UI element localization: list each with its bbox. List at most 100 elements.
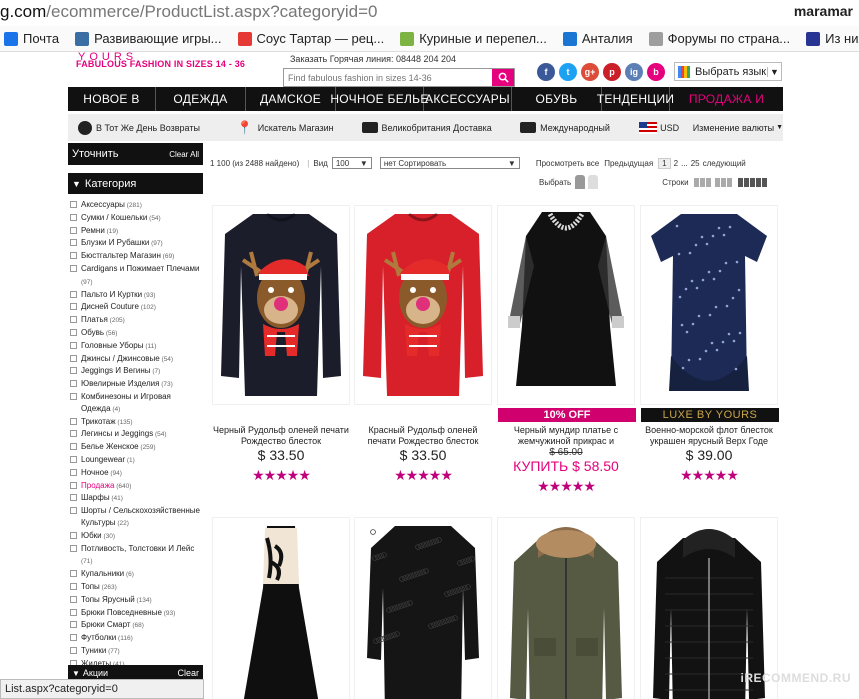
- category-checkbox[interactable]: [70, 531, 77, 539]
- social-icon[interactable]: ig: [625, 63, 643, 81]
- category-item[interactable]: Loungewear (1): [70, 454, 202, 467]
- next-page-link[interactable]: следующий: [703, 159, 746, 168]
- category-checkbox[interactable]: [70, 570, 77, 578]
- product-image-frame[interactable]: [497, 517, 635, 699]
- url-text[interactable]: g.com/ecommerce/ProductList.aspx?categor…: [0, 2, 378, 22]
- nav-item[interactable]: АКСЕССУАРЫ: [424, 87, 512, 111]
- social-icon[interactable]: b: [647, 63, 665, 81]
- clear-all-link[interactable]: Clear All: [169, 150, 199, 159]
- social-icon[interactable]: t: [559, 63, 577, 81]
- nav-item[interactable]: НОЧНОЕ БЕЛЬЕ: [330, 87, 428, 111]
- category-item[interactable]: Обувь (56): [70, 327, 202, 340]
- category-checkbox[interactable]: [70, 430, 77, 438]
- category-checkbox[interactable]: [70, 544, 77, 552]
- promo-clear-link[interactable]: Clear: [177, 668, 199, 678]
- category-checkbox[interactable]: [70, 226, 77, 234]
- rows-3b-toggle[interactable]: [714, 177, 733, 187]
- profile-name[interactable]: maramar: [794, 3, 853, 19]
- category-item[interactable]: Брюки Повседневные (93): [70, 607, 202, 620]
- international-delivery-link[interactable]: Международный: [520, 122, 639, 133]
- category-checkbox[interactable]: [70, 443, 77, 451]
- category-checkbox[interactable]: [70, 468, 77, 476]
- nav-item[interactable]: ДАМСКОЕ: [246, 87, 336, 111]
- category-item[interactable]: Продажа (640): [70, 480, 202, 493]
- category-item[interactable]: Шорты / Сельскохозяйственные Культуры (2…: [70, 505, 202, 530]
- category-item[interactable]: Комбинезоны и Игровая Одежда (4): [70, 391, 202, 416]
- category-item[interactable]: Ночное (94): [70, 467, 202, 480]
- view-all-link[interactable]: Просмотреть все: [536, 159, 599, 168]
- bookmark-item[interactable]: Из них ваши друз: [806, 31, 859, 46]
- product-name[interactable]: Военно-морской флот блесток украшен ярус…: [640, 425, 778, 447]
- category-checkbox[interactable]: [70, 595, 77, 603]
- category-item[interactable]: Топы Ярусный (134): [70, 594, 202, 607]
- category-checkbox[interactable]: [70, 316, 77, 324]
- product-card[interactable]: LUXE BY YOURS Военно-морской флот блесток…: [640, 205, 779, 484]
- category-item[interactable]: Белье Женское (259): [70, 441, 202, 454]
- category-item[interactable]: Головные Уборы (11): [70, 340, 202, 353]
- social-icon[interactable]: g+: [581, 63, 599, 81]
- nav-item[interactable]: ОБУВЬ: [512, 87, 602, 111]
- category-item[interactable]: Ремни (19): [70, 225, 202, 238]
- bookmark-item[interactable]: Форумы по страна...: [648, 31, 790, 46]
- category-item[interactable]: Потливость, Толстовки И Лейс (71): [70, 543, 202, 569]
- category-item[interactable]: Сумки / Кошельки (54): [70, 212, 202, 225]
- category-item[interactable]: Пальто И Куртки (93): [70, 289, 202, 302]
- category-checkbox[interactable]: [70, 213, 77, 221]
- category-item[interactable]: Ювелирные Изделия (73): [70, 378, 202, 391]
- category-checkbox[interactable]: [70, 239, 77, 247]
- category-checkbox[interactable]: [70, 341, 77, 349]
- category-checkbox[interactable]: [70, 303, 77, 311]
- category-checkbox[interactable]: [70, 507, 77, 515]
- category-checkbox[interactable]: [70, 392, 77, 400]
- page-1[interactable]: 1: [658, 157, 671, 169]
- category-item[interactable]: Джинсы / Джинсовые (54): [70, 353, 202, 366]
- category-checkbox[interactable]: [70, 481, 77, 489]
- category-item[interactable]: Легинсы и Jeggings (54): [70, 428, 202, 441]
- category-checkbox[interactable]: [70, 252, 77, 260]
- product-card[interactable]: [497, 517, 635, 699]
- category-item[interactable]: Платья (205): [70, 314, 202, 327]
- product-image-frame[interactable]: [212, 205, 350, 405]
- category-checkbox[interactable]: [70, 582, 77, 590]
- language-select[interactable]: Выбрать язык ▼: [674, 62, 782, 81]
- category-checkbox[interactable]: [70, 201, 77, 208]
- product-image-frame[interactable]: [354, 205, 492, 405]
- bookmark-item[interactable]: Почта: [4, 31, 59, 46]
- category-item[interactable]: Jeggings И Вегины (7): [70, 365, 202, 378]
- category-checkbox[interactable]: [70, 634, 77, 642]
- category-item[interactable]: Трикотаж (135): [70, 416, 202, 429]
- promotions-header[interactable]: ▼ Акции Clear: [68, 665, 203, 680]
- category-header[interactable]: ▼ Категория: [68, 173, 203, 194]
- category-item[interactable]: Юбки (30): [70, 530, 202, 543]
- category-item[interactable]: Туники (77): [70, 645, 202, 658]
- category-checkbox[interactable]: [70, 494, 77, 502]
- page-2[interactable]: 2: [671, 159, 681, 168]
- product-card[interactable]: 10% OFF Черный мундир платье с жемчужиной…: [497, 205, 636, 495]
- search-button[interactable]: [492, 69, 514, 86]
- bookmark-item[interactable]: Соус Тартар — рец...: [237, 31, 384, 46]
- category-item[interactable]: Футболки (116): [70, 632, 202, 645]
- category-checkbox[interactable]: [70, 608, 77, 616]
- product-name[interactable]: Черный Рудольф оленей печати Рождество б…: [212, 425, 350, 447]
- prev-page-link[interactable]: Предыдущая: [604, 159, 653, 168]
- category-item[interactable]: Топы (263): [70, 581, 202, 594]
- category-checkbox[interactable]: [70, 264, 77, 272]
- category-item[interactable]: Бюстгальтер Магазин (69): [70, 250, 202, 263]
- category-item[interactable]: Брюки Смарт (68): [70, 619, 202, 632]
- nav-item[interactable]: НОВОЕ В: [68, 87, 156, 111]
- category-checkbox[interactable]: [70, 328, 77, 336]
- product-image-frame[interactable]: [212, 517, 350, 699]
- product-card[interactable]: Красный Рудольф оленей печати Рождество …: [354, 205, 492, 484]
- category-item[interactable]: Блузки И Рубашки (97): [70, 237, 202, 250]
- nav-item[interactable]: ТЕНДЕНЦИИ: [597, 87, 674, 111]
- product-card[interactable]: [212, 517, 350, 699]
- category-item[interactable]: Купальники (6): [70, 568, 202, 581]
- category-checkbox[interactable]: [70, 380, 77, 388]
- bookmark-item[interactable]: Анталия: [562, 31, 633, 46]
- nav-item[interactable]: ОДЕЖДА: [156, 87, 246, 111]
- bookmark-item[interactable]: Куриные и перепел...: [400, 31, 547, 46]
- product-image-frame[interactable]: 10% OFF: [497, 205, 636, 422]
- uk-delivery-link[interactable]: Великобритания Доставка: [361, 122, 521, 133]
- social-icon[interactable]: f: [537, 63, 555, 81]
- category-checkbox[interactable]: [70, 417, 77, 425]
